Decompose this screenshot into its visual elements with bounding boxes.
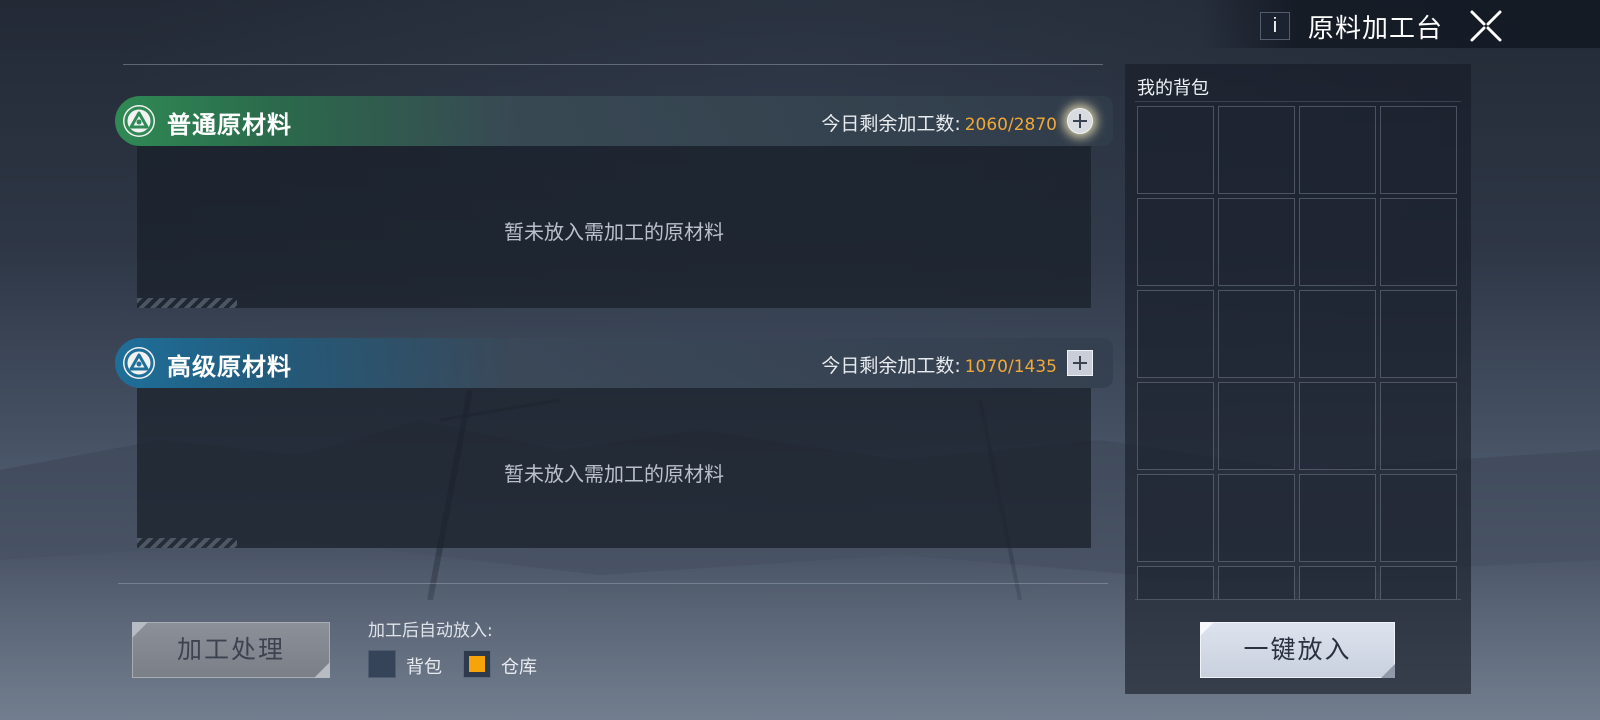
process-button-label: 加工处理 <box>176 635 285 664</box>
close-button[interactable] <box>1468 8 1504 44</box>
top-divider <box>123 64 1103 65</box>
backpack-slot[interactable] <box>1218 198 1295 286</box>
page-title: 原料加工台 <box>1308 14 1444 44</box>
backpack-slot[interactable] <box>1137 106 1214 194</box>
backpack-bottom-divider <box>1135 599 1461 600</box>
backpack-slot[interactable] <box>1218 290 1295 378</box>
backpack-title-divider <box>1135 101 1461 102</box>
quota-value: 2060/2870 <box>964 115 1057 135</box>
process-button[interactable]: 加工处理 <box>132 622 330 678</box>
advanced-material-title: 高级原材料 <box>167 353 292 381</box>
button-corner <box>1381 664 1395 678</box>
normal-material-title: 普通原材料 <box>167 111 292 139</box>
backpack-slot[interactable] <box>1137 382 1214 470</box>
decorative-stripes <box>137 538 237 548</box>
backpack-slot[interactable] <box>1137 290 1214 378</box>
backpack-slot[interactable] <box>1299 382 1376 470</box>
backpack-slot[interactable] <box>1299 198 1376 286</box>
put-all-button-label: 一键放入 <box>1243 635 1352 664</box>
bag-option-label: 背包 <box>406 657 442 678</box>
advanced-material-drop-area[interactable]: 暂未放入需加工的原材料 <box>137 388 1091 548</box>
warehouse-option-label: 仓库 <box>501 657 537 678</box>
backpack-slot[interactable] <box>1380 198 1457 286</box>
backpack-slot[interactable] <box>1137 474 1214 562</box>
button-corner <box>132 622 148 638</box>
close-x-icon <box>1470 10 1502 42</box>
material-category-icon <box>123 347 155 379</box>
backpack-slot[interactable] <box>1299 106 1376 194</box>
backpack-slot[interactable] <box>1299 566 1376 599</box>
backpack-slot[interactable] <box>1218 106 1295 194</box>
backpack-slot[interactable] <box>1299 474 1376 562</box>
backpack-slot[interactable] <box>1380 106 1457 194</box>
warehouse-checkbox[interactable] <box>463 650 491 678</box>
button-corner <box>1200 622 1214 636</box>
backpack-slot[interactable] <box>1380 290 1457 378</box>
normal-material-drop-area[interactable]: 暂未放入需加工的原材料 <box>137 146 1091 308</box>
backpack-slot[interactable] <box>1299 290 1376 378</box>
backpack-panel: 我的背包 一键放入 <box>1125 64 1471 694</box>
empty-hint: 暂未放入需加工的原材料 <box>504 220 724 244</box>
backpack-grid <box>1137 106 1459 599</box>
bottom-divider <box>118 583 1108 584</box>
auto-place-label: 加工后自动放入: <box>368 621 493 641</box>
normal-add-quota-button[interactable] <box>1067 108 1093 134</box>
info-button[interactable]: i <box>1260 12 1290 40</box>
quota-label: 今日剩余加工数: <box>821 113 961 135</box>
backpack-slot[interactable] <box>1137 566 1214 599</box>
material-category-icon <box>123 105 155 137</box>
backpack-slot[interactable] <box>1380 474 1457 562</box>
normal-material-header: 普通原材料 今日剩余加工数: 2060/2870 <box>115 96 1113 146</box>
quota-value: 1070/1435 <box>964 357 1057 377</box>
backpack-title: 我的背包 <box>1137 78 1209 99</box>
empty-hint: 暂未放入需加工的原材料 <box>504 462 724 486</box>
checked-mark <box>469 656 485 672</box>
normal-material-section: 普通原材料 今日剩余加工数: 2060/2870 暂未放入需加工的原材料 <box>115 96 1113 308</box>
backpack-slot[interactable] <box>1218 566 1295 599</box>
advanced-material-section: 高级原材料 今日剩余加工数: 1070/1435 暂未放入需加工的原材料 <box>115 338 1113 548</box>
advanced-quota: 今日剩余加工数: 1070/1435 <box>821 351 1057 378</box>
advanced-material-header: 高级原材料 今日剩余加工数: 1070/1435 <box>115 338 1113 388</box>
backpack-slot[interactable] <box>1137 198 1214 286</box>
quota-label: 今日剩余加工数: <box>821 355 961 377</box>
backpack-slot[interactable] <box>1218 474 1295 562</box>
normal-quota: 今日剩余加工数: 2060/2870 <box>821 109 1057 136</box>
decorative-stripes <box>137 298 237 308</box>
bag-checkbox[interactable] <box>368 650 396 678</box>
button-corner <box>314 662 330 678</box>
put-all-button[interactable]: 一键放入 <box>1200 622 1395 678</box>
backpack-slot[interactable] <box>1380 382 1457 470</box>
backpack-slot[interactable] <box>1380 566 1457 599</box>
backpack-slot[interactable] <box>1218 382 1295 470</box>
advanced-add-quota-button[interactable] <box>1067 350 1093 376</box>
